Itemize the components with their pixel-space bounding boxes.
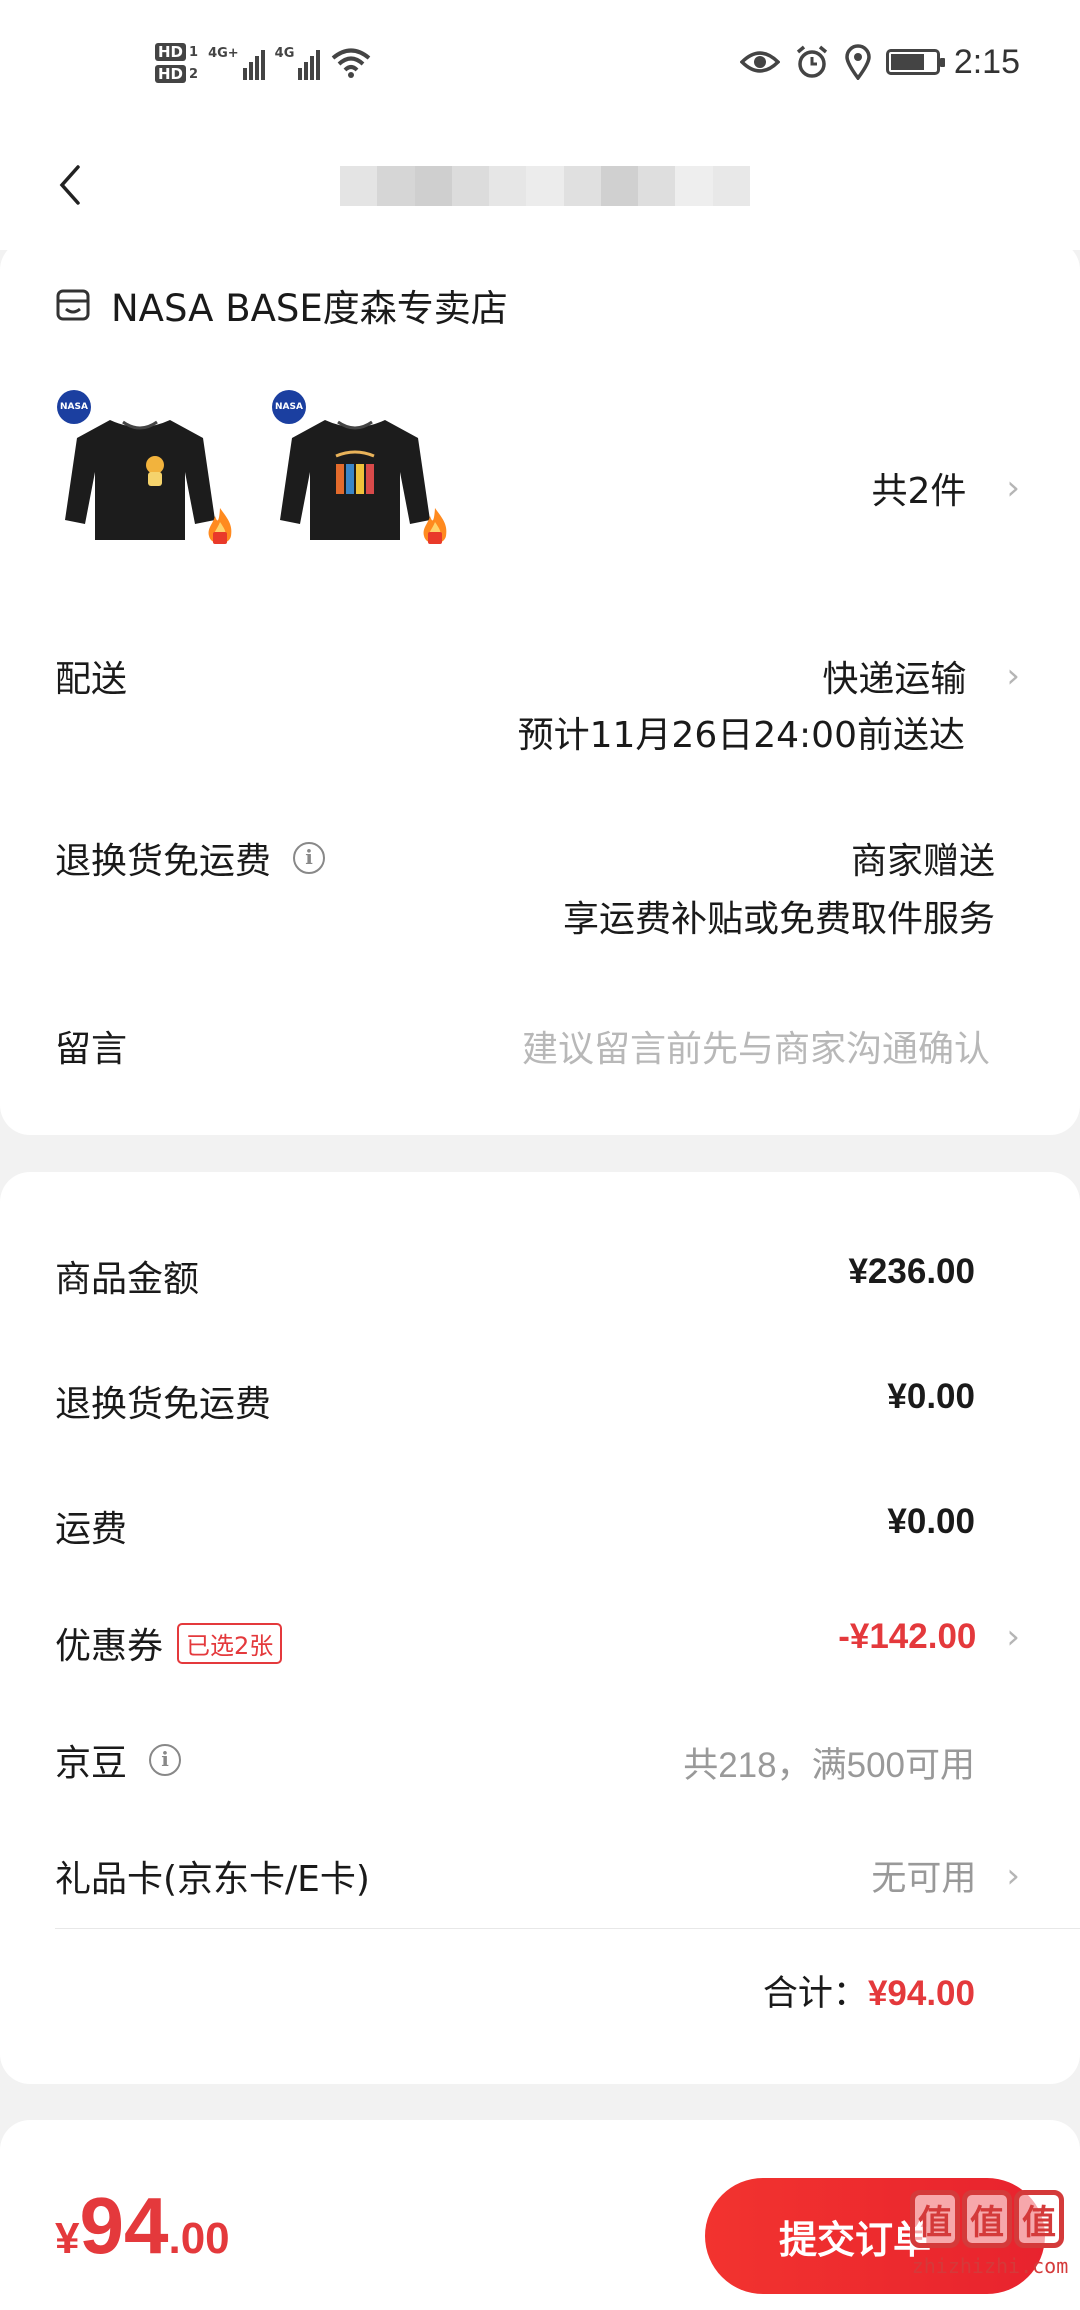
watermark-glyphs: 值 值 值: [910, 2190, 1070, 2248]
chevron-right-icon: ›: [1006, 1617, 1020, 1657]
hd1-indicator: HD 1: [155, 43, 198, 61]
coupon-row[interactable]: 优惠券 已选2张: [55, 1617, 283, 1669]
shipping-fee-value: ¥0.00: [887, 1502, 975, 1541]
hd2-indicator: HD 2: [155, 65, 198, 83]
delivery-method-row[interactable]: 快递运输 ›: [822, 650, 1020, 702]
delivery-eta: 预计11月26日24:00前送达: [517, 715, 965, 756]
order-info-card: NASA BASE度森专卖店 NASA NASA 共2件 › 配送 快递运输 ›…: [0, 240, 1080, 1135]
watermark-glyph: 值: [962, 2190, 1012, 2248]
delivery-method: 快递运输: [822, 659, 967, 700]
hot-flame-icon: [208, 508, 232, 544]
wifi-icon: [332, 48, 371, 78]
chevron-right-icon: ›: [1006, 468, 1020, 508]
info-icon[interactable]: i: [149, 1744, 182, 1776]
coupon-value-row[interactable]: -¥142.00 ›: [838, 1617, 1020, 1657]
final-price-decimal: .00: [168, 2214, 230, 2263]
hd2-label: HD: [155, 65, 187, 83]
shop-icon: [56, 289, 90, 321]
message-label: 留言: [55, 1029, 128, 1070]
clock: 2:15: [953, 42, 1020, 81]
back-button[interactable]: [40, 145, 100, 225]
watermark-glyph: 值: [1014, 2190, 1064, 2248]
return-fee-label: 退换货免运费: [55, 1384, 272, 1425]
watermark-logo: 值 值 值 zhizhizhi.com: [910, 2190, 1070, 2300]
hd-indicators: HD 1 HD 2: [155, 43, 198, 83]
divider: [55, 1928, 1080, 1929]
return-shipping-row: 退换货免运费 i: [55, 832, 326, 884]
coupon-selected-badge: 已选2张: [177, 1622, 283, 1664]
status-left: HD 1 HD 2 4G+ 4G: [155, 28, 372, 98]
return-shipping-label: 退换货免运费: [55, 841, 272, 882]
return-shipping-provider: 商家赠送: [850, 841, 995, 882]
final-price-integer: 94: [79, 2181, 169, 2270]
hd1-label: HD: [155, 43, 187, 61]
hd1-num: 1: [189, 44, 199, 60]
gift-card-value-row[interactable]: 无可用 ›: [871, 1850, 1020, 1901]
nasa-logo-icon: NASA: [272, 390, 306, 424]
status-right: 2:15: [739, 40, 1020, 84]
jd-beans-row: 京豆 i: [55, 1734, 182, 1786]
hot-flame-icon: [423, 508, 447, 544]
shop-row[interactable]: NASA BASE度森专卖店: [55, 278, 508, 332]
page-header: [0, 120, 1080, 250]
net2-label: 4G: [274, 46, 295, 61]
message-input[interactable]: 建议留言前先与商家沟通确认: [522, 1020, 990, 1072]
net1-label: 4G+: [208, 46, 239, 61]
gift-card-value: 无可用: [871, 1859, 977, 1898]
alarm-icon: [796, 45, 827, 78]
status-bar: HD 1 HD 2 4G+ 4G 2:15: [0, 0, 1080, 120]
watermark-glyph: 值: [910, 2190, 960, 2248]
return-shipping-desc: 享运费补贴或免费取件服务: [562, 899, 995, 940]
location-icon: [845, 44, 871, 80]
shop-name: NASA BASE度森专卖店: [111, 287, 508, 330]
signal-2-icon: 4G: [275, 46, 321, 80]
product-thumbnails[interactable]: NASA NASA: [55, 390, 450, 560]
product-count-row[interactable]: 共2件 ›: [871, 462, 1020, 514]
chevron-right-icon: ›: [1006, 656, 1020, 696]
total-label: 合计：: [762, 1974, 868, 2014]
coupon-value: -¥142.00: [838, 1617, 977, 1656]
signal-1-icon: 4G+: [208, 46, 265, 80]
blurred-page-title: [340, 166, 750, 206]
info-icon[interactable]: i: [293, 842, 326, 874]
product-thumbnail-2[interactable]: NASA: [270, 390, 450, 560]
nasa-logo-icon: NASA: [57, 390, 91, 424]
battery-icon: [885, 49, 945, 75]
final-price: ¥ 94 .00: [55, 2180, 230, 2272]
jd-beans-value: 共218，满500可用: [683, 1746, 975, 1785]
coupon-label: 优惠券: [55, 1626, 164, 1667]
watermark-url: zhizhizhi.com: [911, 2254, 1069, 2278]
product-count: 共2件: [871, 471, 967, 512]
eye-icon: [739, 51, 780, 73]
product-thumbnail-1[interactable]: NASA: [55, 390, 235, 560]
hd2-num: 2: [189, 66, 199, 82]
chevron-left-icon: [59, 165, 80, 205]
delivery-label: 配送: [55, 659, 128, 700]
total-value: ¥94.00: [867, 1974, 975, 2013]
shipping-fee-label: 运费: [55, 1509, 128, 1550]
goods-amount-value: ¥236.00: [848, 1252, 975, 1291]
chevron-right-icon: ›: [1006, 1855, 1020, 1896]
jd-beans-label: 京豆: [55, 1743, 128, 1784]
gift-card-label: 礼品卡(京东卡/E卡): [55, 1859, 370, 1900]
goods-amount-label: 商品金额: [55, 1259, 200, 1300]
return-fee-value: ¥0.00: [887, 1377, 975, 1416]
final-price-symbol: ¥: [55, 2214, 80, 2263]
price-summary-card: 商品金额 ¥236.00 退换货免运费 ¥0.00 运费 ¥0.00 优惠券 已…: [0, 1172, 1080, 2084]
total-row: 合计： ¥94.00: [763, 1965, 975, 2016]
